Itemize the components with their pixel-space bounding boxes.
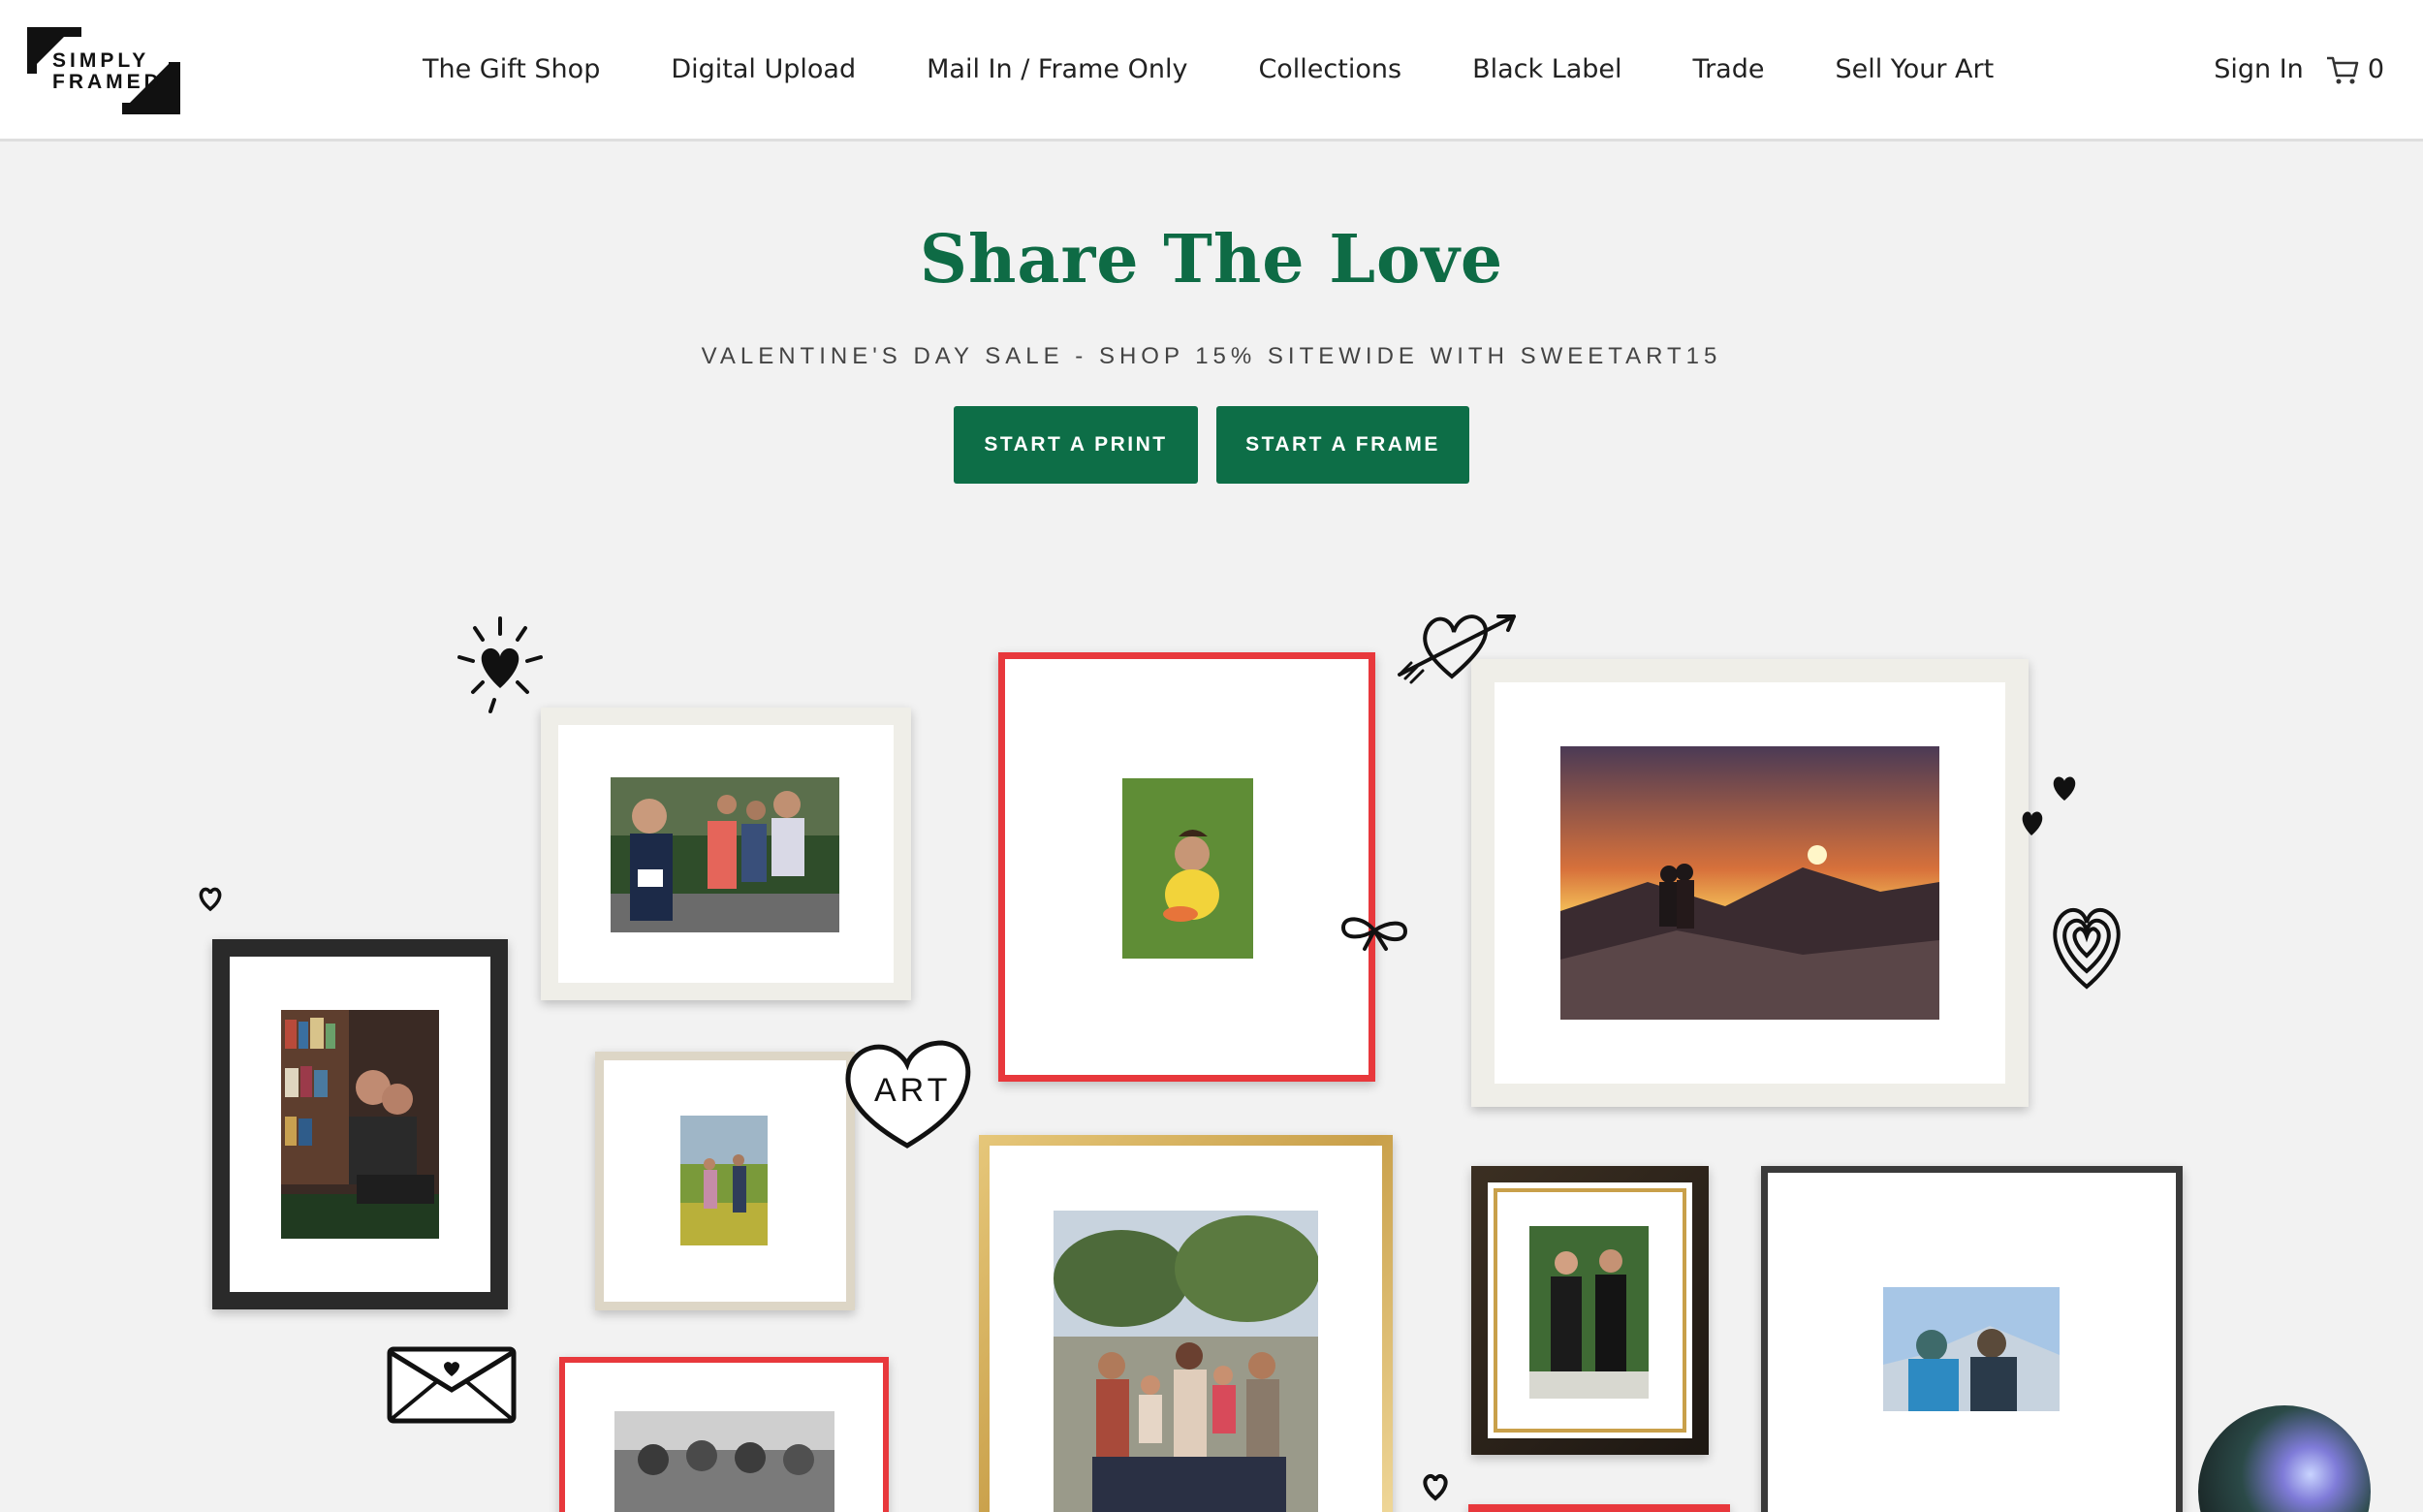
start-frame-button[interactable]: START A FRAME (1216, 406, 1469, 484)
nav-collections[interactable]: Collections (1258, 50, 1401, 89)
nav-black-label[interactable]: Black Label (1472, 50, 1621, 89)
nested-heart-doodle (2053, 907, 2121, 990)
photo-runners (611, 777, 839, 932)
photo-two-men (1529, 1226, 1649, 1399)
siri-orb-icon[interactable] (2198, 1405, 2371, 1512)
main-nav: The Gift Shop Digital Upload Mail In / F… (423, 50, 1994, 89)
frame-mountain-friends[interactable] (1761, 1166, 2183, 1512)
heart-arrow-doodle (1398, 614, 1516, 684)
cart-count: 0 (2367, 54, 2384, 84)
logo-line-2: FRAMED (52, 71, 163, 93)
start-print-button[interactable]: START A PRINT (954, 406, 1198, 484)
frame-field-couple[interactable] (595, 1052, 855, 1310)
simply-framed-logo[interactable]: SIMPLY FRAMED (27, 27, 180, 114)
frame-child-grass[interactable] (998, 652, 1375, 1082)
photo-field-couple (680, 1116, 768, 1245)
bow-doodle (1340, 917, 1408, 951)
frame-sunset-couple[interactable] (1471, 659, 2029, 1107)
cart-icon (2326, 56, 2359, 84)
nav-digital-upload[interactable]: Digital Upload (671, 50, 856, 89)
hero-title: Share The Love (919, 221, 1504, 299)
photo-family (1054, 1211, 1318, 1512)
photo-sunset-couple (1560, 746, 1939, 1020)
frame-partial-bottom[interactable] (1468, 1504, 1730, 1512)
heart-burst-doodle (457, 616, 543, 713)
frame-family[interactable] (979, 1135, 1393, 1512)
bottom-heart-doodle (1423, 1473, 1448, 1501)
photo-mountain-friends (1883, 1287, 2060, 1411)
art-heart-badge: ART (841, 1035, 973, 1153)
photo-library-couple (281, 1010, 439, 1239)
sign-in-link[interactable]: Sign In (2214, 50, 2304, 89)
nav-gift-shop[interactable]: The Gift Shop (423, 50, 600, 89)
nav-trade[interactable]: Trade (1693, 50, 1765, 89)
frame-bw-group[interactable] (559, 1357, 889, 1512)
logo-line-1: SIMPLY (52, 49, 150, 72)
account-area: Sign In 0 (2214, 50, 2384, 89)
art-heart-text: ART (874, 1072, 952, 1109)
two-hearts-doodle (2022, 776, 2076, 835)
envelope-doodle (387, 1346, 517, 1424)
frame-library-couple[interactable] (212, 939, 508, 1309)
photo-child-grass (1122, 778, 1253, 959)
nav-sell-your-art[interactable]: Sell Your Art (1835, 50, 1994, 89)
nav-mail-in-frame-only[interactable]: Mail In / Frame Only (927, 50, 1187, 89)
frame-runners[interactable] (541, 708, 911, 1000)
site-header: SIMPLY FRAMED The Gift Shop Digital Uplo… (0, 0, 2423, 142)
photo-bw-group (614, 1411, 834, 1512)
small-heart-doodle (199, 887, 222, 912)
frame-two-men[interactable] (1471, 1166, 1709, 1455)
hero-subtitle: VALENTINE'S DAY SALE - SHOP 15% SITEWIDE… (701, 343, 1722, 369)
cart-button[interactable]: 0 (2325, 50, 2384, 89)
